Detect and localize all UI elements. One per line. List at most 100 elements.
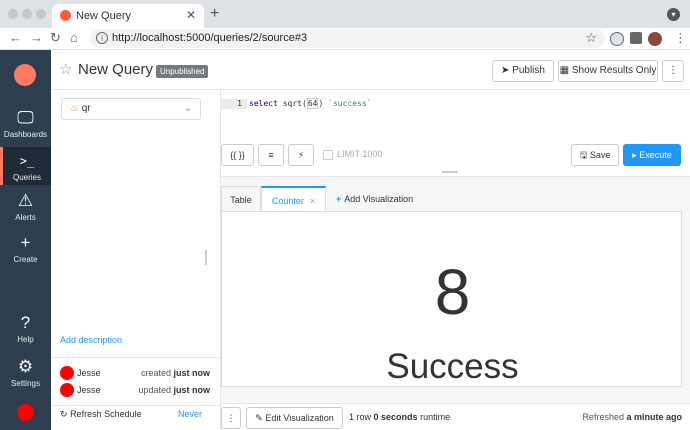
close-window-button[interactable] <box>8 9 18 19</box>
add-parameter-button[interactable]: {{ }} <box>221 144 254 166</box>
monitor-icon: 🖵 <box>17 108 34 127</box>
plus-icon: + <box>336 194 342 204</box>
query-code[interactable]: select sqrt(64) `success` <box>249 98 371 109</box>
close-tab-icon[interactable]: × <box>310 196 315 206</box>
nav-settings-label: Settings <box>11 379 40 388</box>
nav-help-label: Help <box>17 335 34 344</box>
reload-icon[interactable]: ↻ <box>50 30 61 46</box>
history-action-text: created <box>140 368 171 378</box>
browser-window: New Query ✕ + ▾ ← → ↻ ⌂ i http://localho… <box>0 0 690 430</box>
home-icon[interactable]: ⌂ <box>70 30 78 45</box>
help-circle-icon: ? <box>20 313 31 332</box>
history-when: just now <box>173 368 211 378</box>
execute-button[interactable]: ▸ Execute <box>623 144 681 166</box>
visualization-menu-button[interactable]: ⋮ <box>221 407 241 429</box>
tab-search-icon[interactable]: ▾ <box>667 8 680 21</box>
nav-queries[interactable]: >_ Queries <box>0 147 51 185</box>
user-avatar[interactable] <box>17 404 34 421</box>
query-stats: 1 row 0 seconds runtime <box>349 412 450 422</box>
close-tab-icon[interactable]: ✕ <box>186 8 196 22</box>
minimize-window-button[interactable] <box>22 9 32 19</box>
extension-icon[interactable] <box>610 32 624 46</box>
counter-visualization: 8 Success <box>221 211 682 387</box>
nav-dashboards[interactable]: 🖵 Dashboards <box>0 107 51 145</box>
edit-visualization-button[interactable]: ✎ Edit Visualization <box>246 407 343 429</box>
chevron-down-icon: ⌄ <box>183 103 192 114</box>
right-panel: 1 select sqrt(64) `success` {{ }} ≡ ⚡ LI… <box>221 90 690 430</box>
tab-counter[interactable]: Counter × <box>261 186 326 212</box>
save-label: Save <box>589 150 611 160</box>
refresh-schedule-value[interactable]: Never <box>178 409 202 419</box>
refresh-icon: ↻ <box>60 409 68 419</box>
publish-label: Publish <box>512 65 545 76</box>
results-footer: ⋮ ✎ Edit Visualization 1 row 0 seconds r… <box>221 403 690 430</box>
maximize-window-button[interactable] <box>36 9 46 19</box>
table-icon: ▦ <box>559 65 570 76</box>
avatar <box>60 366 74 380</box>
refresh-schedule-label: Refresh Schedule <box>70 409 142 419</box>
avatar <box>60 383 74 397</box>
refresh-schedule: ↻ Refresh Schedule <box>60 409 142 420</box>
line-number: 1 <box>221 99 247 109</box>
nav-queries-label: Queries <box>12 173 41 182</box>
edit-visualization-label: Edit Visualization <box>265 413 334 423</box>
divider <box>51 405 221 406</box>
terminal-icon: >_ <box>19 154 35 168</box>
history-when: just now <box>173 385 211 395</box>
save-icon: 🖫 <box>579 150 588 160</box>
bookmark-star-icon[interactable]: ☆ <box>585 30 597 46</box>
puzzle-icon[interactable] <box>630 32 642 44</box>
add-visualization-button[interactable]: + Add Visualization <box>336 194 413 204</box>
nav-create-label: Create <box>13 255 38 264</box>
new-tab-icon[interactable]: + <box>210 5 219 23</box>
alarm-icon: ⚠ <box>17 191 34 210</box>
tab-title: New Query <box>76 10 132 22</box>
runtime-value: 0 seconds <box>373 412 418 422</box>
tab-counter-label: Counter <box>271 196 304 206</box>
gear-icon: ⚙ <box>17 357 34 376</box>
refreshed-when: a minute ago <box>626 412 682 422</box>
address-bar[interactable]: i http://localhost:5000/queries/2/source… <box>90 29 605 48</box>
counter-label: Success <box>386 347 519 386</box>
editor-resize-handle[interactable] <box>442 171 458 173</box>
divider <box>51 357 221 358</box>
history-user: Jesse <box>77 368 101 378</box>
page-title[interactable]: New Query <box>78 61 153 78</box>
back-icon[interactable]: ← <box>9 30 22 45</box>
query-header: ☆ New Query Unpublished ➤ Publish ▦ Show… <box>51 50 690 90</box>
favorite-star-icon[interactable]: ☆ <box>59 60 72 78</box>
nav-alerts[interactable]: ⚠ Alerts <box>0 190 51 228</box>
nav-help[interactable]: ? Help <box>0 312 51 350</box>
browser-menu-icon[interactable]: ⋮ <box>674 30 687 46</box>
nav-create[interactable]: + Create <box>0 232 51 270</box>
publish-button[interactable]: ➤ Publish <box>492 60 554 82</box>
send-icon: ➤ <box>501 65 510 76</box>
add-visualization-label: Add Visualization <box>344 194 414 204</box>
limit-checkbox[interactable]: LIMIT 1000 <box>323 149 382 160</box>
save-button[interactable]: 🖫 Save <box>571 144 619 166</box>
site-info-icon[interactable]: i <box>96 32 108 44</box>
redash-logo-icon[interactable] <box>14 64 36 86</box>
tab-table[interactable]: Table <box>221 186 261 212</box>
history-action: created just now <box>141 368 210 378</box>
format-query-button[interactable]: ≡ <box>258 144 284 166</box>
browser-tab[interactable]: New Query ✕ <box>52 4 204 28</box>
refreshed-status: Refreshed a minute ago <box>582 412 682 422</box>
query-editor[interactable]: 1 select sqrt(64) `success` <box>221 98 682 135</box>
more-actions-button[interactable]: ⋮ <box>662 60 684 82</box>
datasource-select[interactable]: ♨ qr ⌄ <box>61 98 201 120</box>
browser-toolbar: ← → ↻ ⌂ i http://localhost:5000/queries/… <box>0 28 690 50</box>
url-text: http://localhost:5000/queries/2/source#3 <box>112 32 308 44</box>
history-row: Jesse created just now <box>60 366 210 380</box>
autocomplete-toggle-button[interactable]: ⚡ <box>288 144 314 166</box>
nav-settings[interactable]: ⚙ Settings <box>0 356 51 394</box>
show-results-label: Show Results Only <box>571 65 657 76</box>
tab-strip: New Query ✕ + ▾ <box>0 0 690 28</box>
redash-favicon-icon <box>60 10 71 21</box>
show-results-only-button[interactable]: ▦ Show Results Only <box>558 60 658 82</box>
execute-label: Execute <box>639 150 672 160</box>
schema-resize-handle[interactable] <box>205 250 207 265</box>
add-description-link[interactable]: Add description <box>60 335 122 345</box>
forward-icon[interactable]: → <box>30 30 43 45</box>
profile-avatar[interactable] <box>648 32 662 46</box>
